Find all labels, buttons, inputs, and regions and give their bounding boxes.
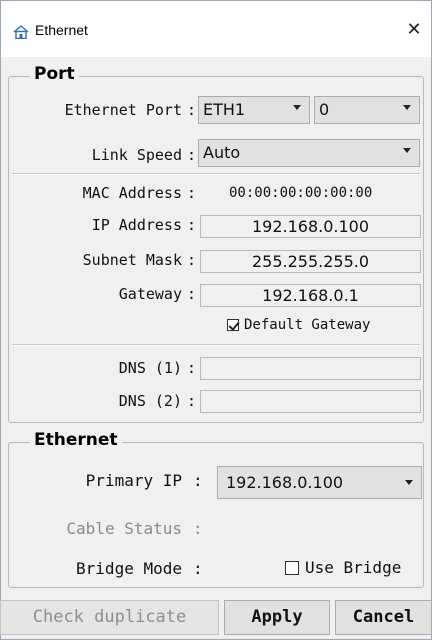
chevron-down-icon: [405, 480, 413, 485]
bridge-mode-label: Bridge Mode: [76, 559, 182, 578]
use-bridge-checkbox[interactable]: [285, 561, 299, 575]
ethernet-port-colon: :: [187, 101, 197, 119]
ethernet-port-value: ETH1: [203, 100, 246, 119]
use-bridge-label: Use Bridge: [305, 558, 402, 577]
dns2-field[interactable]: [200, 390, 421, 413]
ip-address-label: IP Address: [91, 216, 182, 234]
link-speed-select[interactable]: Auto: [198, 139, 420, 167]
ip-address-colon: :: [187, 216, 197, 234]
dns2-label: DNS (2): [118, 392, 182, 410]
chevron-down-icon: [293, 105, 301, 110]
dns1-label: DNS (1): [118, 359, 182, 377]
chevron-down-icon: [403, 105, 411, 110]
mac-address-colon: :: [187, 184, 197, 202]
dns2-colon: :: [187, 392, 197, 410]
gateway-colon: :: [187, 285, 197, 303]
ethernet-port-label: Ethernet Port: [64, 101, 182, 119]
ethernet-port-select[interactable]: ETH1: [198, 96, 310, 124]
home-icon: [13, 24, 29, 40]
window-title: Ethernet: [35, 22, 88, 38]
check-duplicate-button[interactable]: Check duplicate: [0, 600, 219, 635]
close-button[interactable]: ✕: [399, 15, 429, 45]
dns1-field[interactable]: [200, 357, 421, 380]
primary-ip-colon: :: [193, 471, 203, 490]
gateway-label: Gateway: [118, 285, 182, 303]
primary-ip-select[interactable]: 192.168.0.100: [217, 466, 422, 499]
subnet-mask-field[interactable]: 255.255.255.0: [200, 250, 421, 273]
primary-ip-value: 192.168.0.100: [226, 473, 344, 492]
ethernet-group-title: Ethernet: [30, 430, 122, 450]
subnet-mask-colon: :: [187, 251, 197, 269]
bridge-mode-colon: :: [193, 559, 203, 578]
ethernet-port-index-select[interactable]: 0: [314, 96, 420, 124]
apply-button[interactable]: Apply: [224, 600, 330, 635]
subnet-mask-label: Subnet Mask: [82, 251, 182, 269]
default-gateway-checkbox[interactable]: [227, 319, 240, 331]
dns1-colon: :: [187, 359, 197, 377]
title-bar: Ethernet ✕: [1, 1, 431, 57]
mac-address-value: 00:00:00:00:00:00: [229, 185, 373, 201]
ip-address-field[interactable]: 192.168.0.100: [200, 215, 421, 238]
port-group-title: Port: [30, 64, 79, 84]
cable-status-colon: :: [193, 519, 203, 538]
separator: [12, 173, 420, 175]
cancel-button[interactable]: Cancel: [335, 600, 432, 635]
ethernet-port-index-value: 0: [319, 100, 330, 119]
mac-address-label: MAC Address: [82, 184, 182, 202]
ethernet-dialog: Ethernet ✕ Port Ethernet Port : ETH1 0 L…: [0, 0, 432, 640]
separator: [12, 344, 420, 346]
cable-status-label: Cable Status: [66, 519, 182, 538]
link-speed-colon: :: [187, 146, 197, 164]
chevron-down-icon: [403, 148, 411, 153]
primary-ip-label: Primary IP: [85, 471, 182, 490]
check-icon: [228, 319, 240, 331]
link-speed-value: Auto: [203, 143, 241, 162]
default-gateway-label: Default Gateway: [244, 317, 371, 333]
link-speed-label: Link Speed: [91, 146, 182, 164]
gateway-field[interactable]: 192.168.0.1: [200, 284, 421, 307]
